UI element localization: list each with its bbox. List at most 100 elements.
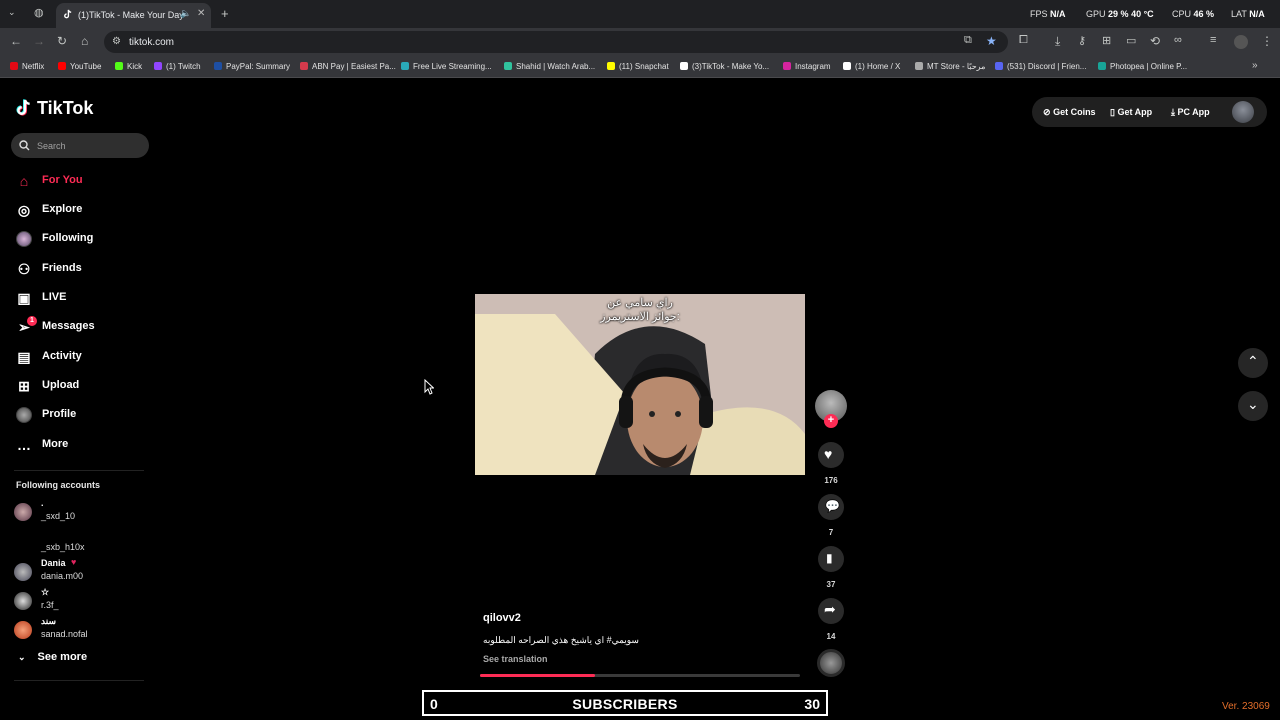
share-arrow-icon: ➦ [824, 601, 836, 617]
wallet-icon[interactable]: ▭ [1126, 34, 1136, 47]
follow-plus-icon[interactable]: + [824, 414, 838, 428]
speaker-icon[interactable]: 🔈 [180, 8, 191, 19]
bookmark-item[interactable]: (1) Twitch [154, 62, 201, 71]
share-button[interactable]: ➦ [818, 598, 844, 624]
bookmark-item[interactable]: (531) Discord | Frien... [995, 62, 1086, 71]
extensions-icon[interactable]: ⧠ [1019, 34, 1028, 47]
following-avatar-icon [16, 231, 32, 247]
subscriber-counter-bar: SUBSCRIBERS 0 30 [422, 690, 828, 716]
get-coins-button[interactable]: ⊘ Get Coins [1043, 107, 1096, 118]
bookmark-item[interactable]: YouTube [58, 62, 101, 71]
bookmark-item[interactable]: Netflix [10, 62, 44, 71]
bookmark-item[interactable]: PayPal: Summary [214, 62, 290, 71]
previous-video-button[interactable]: ⌃ [1238, 348, 1268, 378]
close-tab-icon[interactable]: ✕ [197, 8, 205, 19]
download-arrow-icon: ⤓ [1171, 107, 1175, 117]
following-account-item[interactable]: _sxb_h10x [14, 528, 144, 554]
sidebar-item-label: Activity [42, 350, 82, 362]
bookmark-item[interactable]: Photopea | Online P... [1098, 62, 1187, 71]
tiktok-logo[interactable]: TikTok [16, 98, 93, 119]
back-icon[interactable]: ← [10, 34, 22, 48]
account-handle: dania.m00 [41, 571, 84, 581]
bookmark-favicon-icon [783, 62, 791, 70]
subscribers-label: SUBSCRIBERS [572, 696, 678, 712]
logo-text: TikTok [37, 98, 94, 118]
site-info-icon[interactable]: ⚙ [112, 36, 121, 47]
menu-kebab-icon[interactable]: ⋮ [1261, 34, 1273, 48]
comment-count: 7 [828, 528, 834, 537]
translate-icon[interactable]: ⊞ [1102, 34, 1111, 47]
account-avatar [14, 503, 32, 521]
comment-button[interactable]: 💬 [818, 494, 844, 520]
bookmark-label: ABN Pay | Easiest Pa... [312, 62, 396, 71]
chrome-tab-icon[interactable]: ◍ [34, 6, 44, 19]
home-button-icon[interactable]: ⌂ [81, 34, 88, 48]
see-translation-link[interactable]: See translation [483, 654, 548, 664]
profile-avatar[interactable] [1234, 35, 1248, 49]
account-handle: r.3f_ [41, 600, 59, 610]
comment-icon: 💬 [825, 499, 840, 513]
save-count: 37 [826, 580, 836, 589]
divider [14, 680, 144, 681]
sidebar-item-label: More [42, 438, 69, 450]
user-avatar[interactable] [1232, 101, 1254, 123]
video-progress-track[interactable] [480, 674, 800, 677]
omnibox[interactable] [104, 31, 1008, 53]
see-more-button[interactable]: ⌄ See more [18, 651, 87, 663]
reload-icon[interactable]: ↻ [57, 34, 67, 48]
bookmark-star-icon[interactable]: ★ [986, 34, 997, 48]
tab-title: (1)TikTok - Make Your Day [78, 10, 184, 20]
bookmark-item[interactable]: Shahid | Watch Arab... [504, 62, 595, 71]
following-account-item[interactable]: . _sxd_10 [14, 497, 144, 523]
bookmark-item[interactable]: (11) Snapchat [607, 62, 669, 71]
following-account-item[interactable]: ☆ r.3f_ [14, 586, 144, 612]
link-icon[interactable]: ∞ [1174, 34, 1182, 46]
home-icon: ⌂ [19, 173, 29, 189]
search-input[interactable]: Search [11, 133, 149, 158]
bookmark-item[interactable]: (1) Home / X [843, 62, 900, 71]
bookmark-item[interactable]: MT Store - مرحبًا [915, 62, 985, 71]
bookmark-label: PayPal: Summary [226, 62, 291, 71]
bookmarks-overflow-icon[interactable]: » [1252, 60, 1258, 71]
download-icon[interactable]: ⤓ [1055, 34, 1060, 49]
coin-icon: ⊘ [1043, 107, 1051, 117]
sidebar-item-label: LIVE [42, 291, 67, 303]
music-disc-icon[interactable] [817, 649, 845, 677]
sidebar-item-label: Upload [42, 379, 80, 391]
like-button[interactable]: ♥ [818, 442, 844, 468]
install-app-icon[interactable]: ⧉ [964, 34, 972, 47]
pc-app-button[interactable]: ⤓ PC App [1171, 107, 1210, 118]
bookmark-favicon-icon [1098, 62, 1106, 70]
friends-icon: ⚇ [17, 261, 31, 277]
following-account-item[interactable]: سند sanad.nofal [14, 615, 144, 641]
next-video-button[interactable]: ⌄ [1238, 391, 1268, 421]
video-author[interactable]: qilovv2 [483, 612, 521, 624]
phone-icon: ▯ [1110, 107, 1115, 117]
new-tab-icon[interactable]: + [221, 6, 229, 21]
history-icon[interactable]: ⟲ [1150, 34, 1160, 48]
video-progress-fill [480, 674, 596, 677]
bookmark-item[interactable]: ABN Pay | Easiest Pa... [300, 62, 396, 71]
fps-stat: FPS N/A [1030, 9, 1066, 19]
bookmark-item[interactable]: Instagram [783, 62, 831, 71]
get-app-button[interactable]: ▯ Get App [1110, 107, 1152, 118]
reading-list-icon[interactable]: ≡ [1210, 34, 1216, 46]
bookmark-item[interactable]: (3)TikTok - Make Yo... [680, 62, 769, 71]
heart-icon: ♥ [824, 446, 833, 462]
save-button[interactable]: ▮ [818, 546, 844, 572]
forward-icon[interactable]: → [33, 34, 45, 48]
bookmark-label: Photopea | Online P... [1110, 62, 1188, 71]
extension-key-icon[interactable]: ⚷ [1078, 34, 1086, 47]
subscriber-left-count: 0 [430, 696, 438, 712]
account-name: ☆ [41, 587, 50, 597]
search-placeholder: Search [37, 141, 66, 151]
divider [14, 470, 144, 471]
bookmark-item[interactable]: Kick [115, 62, 142, 71]
get-coins-label: Get Coins [1053, 107, 1096, 117]
tab-search-icon[interactable]: ⌄ [8, 7, 16, 18]
video-player[interactable]: راي سامي عن جوائز الاستريمرز: [475, 294, 805, 475]
tab-tiktok[interactable]: (1)TikTok - Make Your Day 🔈 ✕ [56, 3, 211, 28]
following-account-item[interactable]: Dania dania.m00 ♥ [14, 557, 144, 583]
sidebar-item-label: Following [42, 232, 94, 244]
bookmark-item[interactable]: Free Live Streaming... [401, 62, 492, 71]
